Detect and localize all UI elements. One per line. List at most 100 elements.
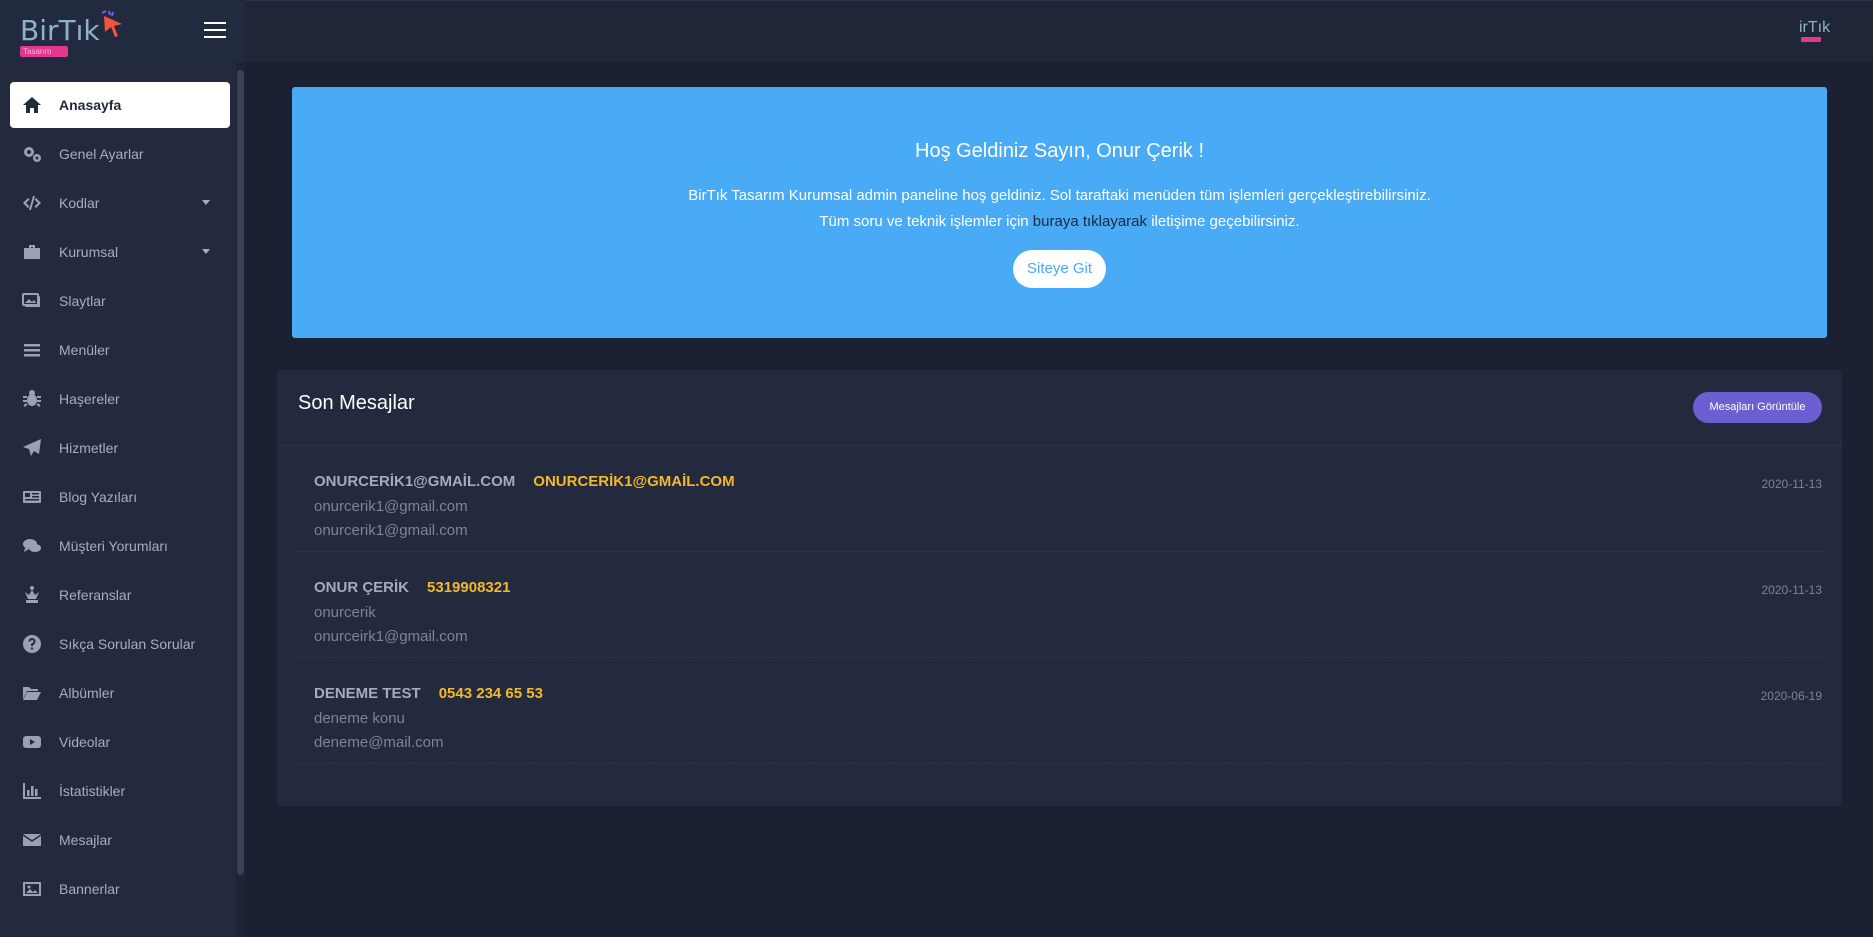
sidebar-item-mesajlar[interactable]: Mesajlar: [10, 817, 230, 863]
message-date: 2020-11-13: [1761, 477, 1823, 491]
top-header: irTık: [245, 0, 1873, 62]
welcome-text-line1: BirTık Tasarım Kurumsal admin paneline h…: [688, 187, 1431, 204]
sidebar: BirTık Tasarım Anasayfa Genel Ayarlar Kodl…: [0, 0, 245, 937]
brand-area: BirTık Tasarım: [0, 0, 245, 62]
message-phone: 0543 234 65 53: [438, 685, 543, 702]
sidebar-item-label: Müşteri Yorumları: [59, 538, 168, 554]
envelope-icon: [21, 829, 43, 851]
sidebar-item-label: İstatistikler: [59, 783, 126, 799]
sidebar-item-label: Genel Ayarlar: [59, 146, 144, 162]
message-sender-name: ONURCERİK1@GMAİL.COM: [314, 473, 516, 490]
image-icon: [21, 878, 43, 900]
contact-link[interactable]: buraya tıklayarak: [1033, 213, 1147, 230]
sidebar-item-label: Hizmetler: [59, 440, 119, 456]
sidebar-item-hizmetler[interactable]: Hizmetler: [10, 425, 230, 471]
logo-subtext: Tasarım: [20, 46, 68, 57]
sidebar-item-musteri-yorumlari[interactable]: Müşteri Yorumları: [10, 523, 230, 569]
sidebar-item-label: Blog Yazıları: [59, 489, 138, 505]
welcome-title: Hoş Geldiniz Sayın, Onur Çerik !: [915, 140, 1204, 162]
brand-logo[interactable]: BirTık Tasarım: [20, 8, 124, 58]
view-messages-button[interactable]: Mesajları Görüntüle: [1693, 392, 1822, 423]
sidebar-item-label: Mesajlar: [59, 832, 112, 848]
images-icon: [21, 290, 43, 312]
sidebar-item-label: Menüler: [59, 342, 110, 358]
bug-icon: [21, 388, 43, 410]
sidebar-item-slaytlar[interactable]: Slaytlar: [10, 278, 230, 324]
message-item[interactable]: DENEME TEST 0543 234 65 53 deneme konu dene…: [298, 658, 1822, 764]
sidebar-item-referanslar[interactable]: Referanslar: [10, 572, 230, 618]
sidebar-item-label: Bannerlar: [59, 881, 120, 897]
message-sender-name: ONUR ÇERİK: [314, 579, 410, 596]
sidebar-item-label: Haşereler: [59, 391, 120, 407]
message-item[interactable]: ONURCERİK1@GMAİL.COM ONURCERİK1@GMAİL.COM…: [298, 446, 1822, 552]
message-sender-name: DENEME TEST: [314, 685, 421, 702]
logo-text: BirTık: [20, 14, 100, 47]
sidebar-item-anasayfa[interactable]: Anasayfa: [10, 82, 230, 128]
sidebar-item-menuler[interactable]: Menüler: [10, 327, 230, 373]
message-sender: ONUR ÇERİK 5319908321: [314, 579, 510, 596]
sidebar-item-kodlar[interactable]: Kodlar: [10, 180, 230, 226]
message-date: 2020-06-19: [1760, 689, 1822, 703]
menu-toggle-icon[interactable]: [204, 20, 228, 40]
cogs-icon: [21, 143, 43, 165]
message-phone: 5319908321: [427, 579, 511, 596]
home-icon: [21, 94, 43, 116]
sidebar-scrollbar[interactable]: [236, 62, 245, 937]
chevron-down-icon: [202, 249, 210, 254]
folder-open-icon: [21, 682, 43, 704]
sidebar-item-hasereler[interactable]: Haşereler: [10, 376, 230, 422]
bars-icon: [21, 339, 43, 361]
sidebar-item-label: Videolar: [59, 734, 111, 750]
card-title: Son Mesajlar: [298, 392, 415, 414]
sidebar-item-label: Anasayfa: [59, 97, 122, 113]
user-avatar[interactable]: irTık: [1799, 19, 1843, 45]
question-circle-icon: [21, 633, 43, 655]
avatar-logo-bar: [1801, 37, 1821, 42]
message-subject: deneme konu: [314, 710, 405, 727]
message-subject: onurcerik: [314, 604, 376, 621]
welcome-banner: Hoş Geldiniz Sayın, Onur Çerik ! BirTık …: [292, 87, 1827, 338]
sidebar-item-label: Kodlar: [59, 195, 100, 211]
welcome-line2-end: iletişime geçebilirsiniz.: [1147, 213, 1300, 230]
message-item[interactable]: ONUR ÇERİK 5319908321 onurcerik onurceirk1@…: [298, 552, 1822, 658]
paper-plane-icon: [21, 437, 43, 459]
avatar-logo-text: irTık: [1799, 19, 1831, 36]
briefcase-icon: [21, 241, 43, 263]
sidebar-item-videolar[interactable]: Videolar: [10, 719, 230, 765]
sidebar-item-label: Kurumsal: [59, 244, 119, 260]
sidebar-item-albumler[interactable]: Albümler: [10, 670, 230, 716]
scrollbar-thumb[interactable]: [237, 70, 244, 875]
sidebar-item-label: Referanslar: [59, 587, 132, 603]
youtube-icon: [21, 731, 43, 753]
welcome-text-line2: Tüm soru ve teknik işlemler için buraya …: [292, 213, 1827, 230]
message-email: onurcerik1@gmail.com: [314, 522, 468, 539]
code-icon: [21, 192, 43, 214]
cursor-icon: [101, 10, 122, 37]
message-date: 2020-11-13: [1761, 583, 1823, 597]
sidebar-item-sikca-sorulan-sorular[interactable]: Sıkça Sorulan Sorular: [10, 621, 230, 667]
sidebar-item-genel-ayarlar[interactable]: Genel Ayarlar: [10, 131, 230, 177]
message-subject: onurcerik1@gmail.com: [314, 498, 468, 515]
sidebar-item-label: Slaytlar: [59, 293, 106, 309]
sidebar-item-label: Albümler: [59, 685, 115, 701]
message-email: onurceirk1@gmail.com: [314, 628, 468, 645]
message-email: deneme@mail.com: [314, 734, 444, 751]
recent-messages-card: Son Mesajlar Mesajları Görüntüle ONURCER…: [277, 370, 1842, 806]
chart-bar-icon: [21, 780, 43, 802]
newspaper-icon: [21, 486, 43, 508]
sidebar-item-label: Sıkça Sorulan Sorular: [59, 636, 196, 652]
go-to-site-button[interactable]: Siteye Git: [1013, 250, 1106, 288]
sidebar-menu: Anasayfa Genel Ayarlar Kodlar Kurumsal Slayt…: [0, 62, 236, 937]
message-sender: ONURCERİK1@GMAİL.COM ONURCERİK1@GMAİL.COM: [314, 473, 735, 490]
chevron-down-icon: [202, 200, 210, 205]
message-sender: DENEME TEST 0543 234 65 53: [314, 685, 543, 702]
sidebar-item-kurumsal[interactable]: Kurumsal: [10, 229, 230, 275]
welcome-line2-start: Tüm soru ve teknik işlemler için: [819, 213, 1033, 230]
chess-queen-icon: [21, 584, 43, 606]
sidebar-item-bannerlar[interactable]: Bannerlar: [10, 866, 230, 912]
message-phone: ONURCERİK1@GMAİL.COM: [533, 473, 735, 490]
card-header: Son Mesajlar Mesajları Görüntüle: [277, 370, 1842, 446]
comments-icon: [21, 535, 43, 557]
sidebar-item-blog-yazilari[interactable]: Blog Yazıları: [10, 474, 230, 520]
sidebar-item-istatistikler[interactable]: İstatistikler: [10, 768, 230, 814]
